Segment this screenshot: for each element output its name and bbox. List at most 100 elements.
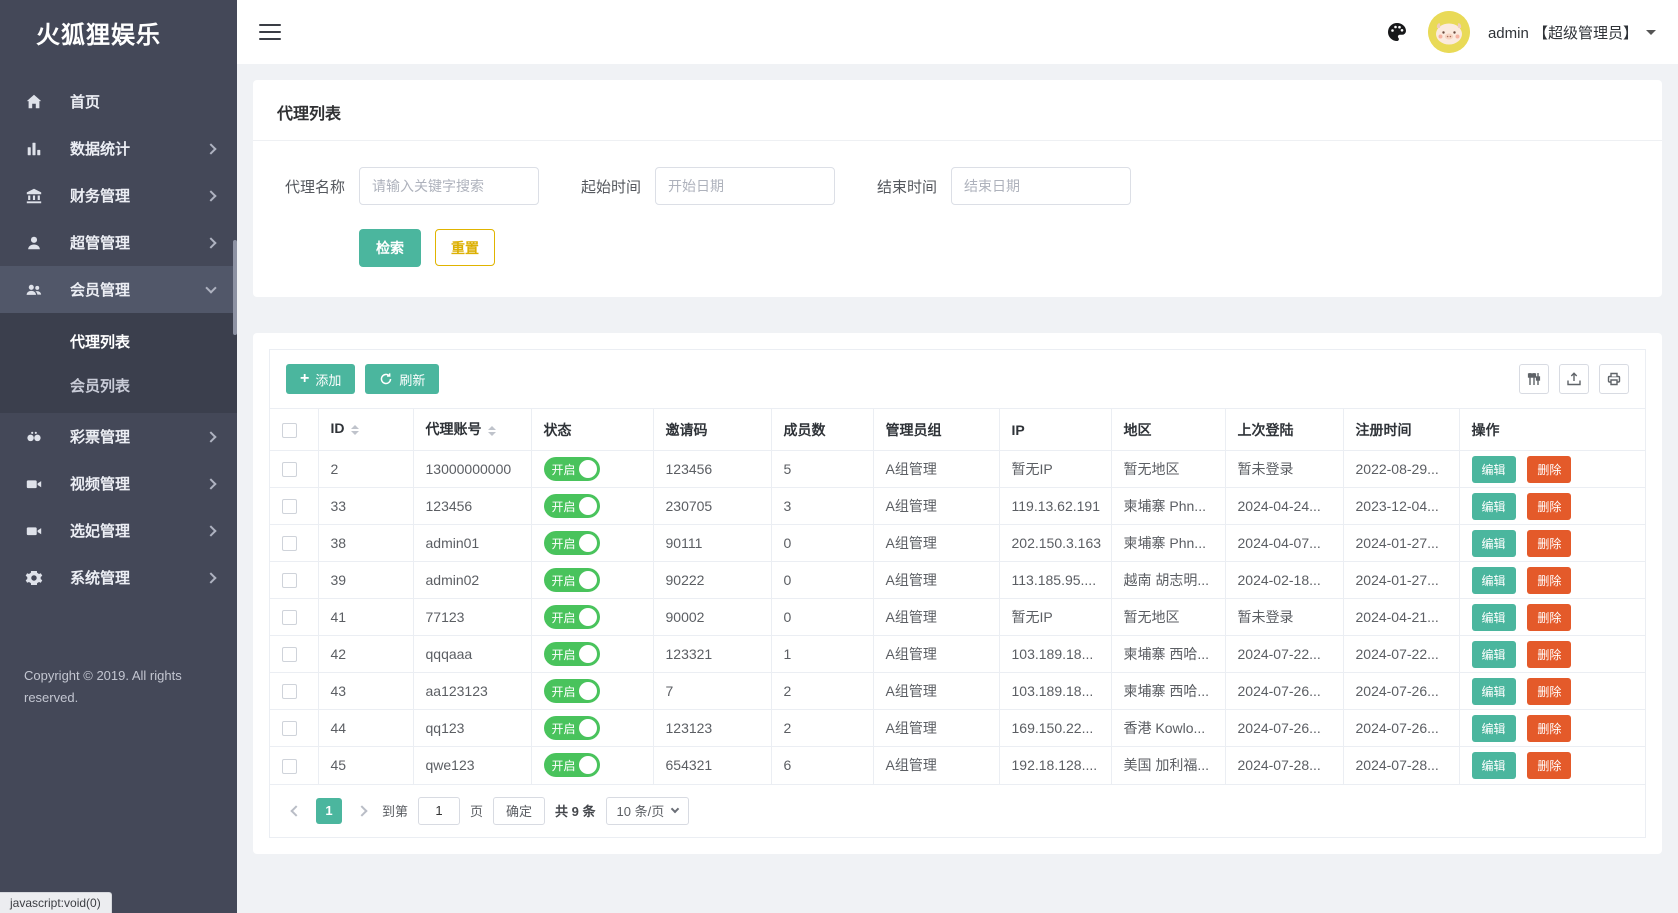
cell-last-login: 2024-02-18...: [1225, 561, 1344, 599]
user-avatar[interactable]: [1427, 11, 1470, 53]
sidebar-item-home[interactable]: 首页: [0, 78, 237, 125]
cell-id: 42: [318, 635, 414, 673]
sidebar-item-concubine[interactable]: 选妃管理: [0, 507, 237, 554]
row-checkbox[interactable]: [282, 462, 297, 478]
end-date-input[interactable]: [951, 167, 1131, 205]
start-date-input[interactable]: [655, 167, 835, 205]
agent-name-input[interactable]: [359, 167, 539, 205]
delete-button[interactable]: 删除: [1527, 751, 1572, 779]
cell-ip: 暂无IP: [999, 598, 1112, 636]
table-row: 39 admin02 开启 90222 0 A组管理 113.185.95...…: [270, 561, 1645, 599]
col-header-register-time: 注册时间: [1343, 408, 1460, 451]
toggle-knob: [578, 682, 597, 700]
status-toggle[interactable]: 开启: [543, 679, 600, 703]
row-checkbox[interactable]: [282, 573, 297, 589]
row-checkbox[interactable]: [282, 536, 297, 552]
add-button[interactable]: + 添加: [286, 364, 356, 394]
status-toggle-label: 开启: [551, 721, 576, 736]
cell-account: 123456: [413, 487, 532, 525]
theme-palette-icon[interactable]: [1384, 19, 1410, 45]
columns-filter-icon[interactable]: [1519, 364, 1549, 394]
sidebar-item-video[interactable]: 视频管理: [0, 460, 237, 507]
sidebar-item-system[interactable]: 系统管理: [0, 554, 237, 601]
edit-button[interactable]: 编辑: [1471, 677, 1516, 705]
hamburger-menu-icon[interactable]: [259, 24, 281, 40]
page-number-button[interactable]: 1: [316, 797, 342, 824]
delete-button[interactable]: 删除: [1527, 714, 1572, 742]
status-toggle[interactable]: 开启: [543, 494, 600, 518]
cell-account: qqqaaa: [413, 635, 532, 673]
row-checkbox[interactable]: [282, 721, 297, 737]
status-toggle[interactable]: 开启: [543, 531, 600, 555]
print-icon[interactable]: [1599, 364, 1629, 394]
edit-button[interactable]: 编辑: [1471, 492, 1516, 520]
export-icon[interactable]: [1559, 364, 1589, 394]
row-checkbox[interactable]: [282, 684, 297, 700]
delete-button[interactable]: 删除: [1527, 529, 1572, 557]
delete-button[interactable]: 删除: [1527, 492, 1572, 520]
col-header-id[interactable]: ID: [318, 408, 414, 451]
status-toggle[interactable]: 开启: [543, 605, 600, 629]
refresh-button[interactable]: 刷新: [365, 364, 440, 394]
status-toggle[interactable]: 开启: [543, 457, 600, 481]
sidebar: 火狐狸娱乐 首页 数据统计 财务管理 超管管理 会员管理 代理列表 会员列表 彩…: [0, 0, 237, 913]
edit-button[interactable]: 编辑: [1471, 751, 1516, 779]
cell-ip: 103.189.18...: [999, 672, 1112, 710]
chevron-down-icon: [670, 804, 680, 814]
sidebar-scrollbar-thumb[interactable]: [233, 240, 237, 335]
edit-button[interactable]: 编辑: [1471, 529, 1516, 557]
cell-id: 33: [318, 487, 414, 525]
edit-button[interactable]: 编辑: [1471, 603, 1516, 631]
sidebar-item-agent-list[interactable]: 代理列表: [0, 319, 237, 363]
reset-button[interactable]: 重置: [435, 229, 495, 266]
user-menu[interactable]: admin 【超级管理员】: [1488, 22, 1656, 43]
search-button[interactable]: 检索: [359, 229, 421, 267]
table-row: 33 123456 开启 230705 3 A组管理 119.13.62.191…: [270, 487, 1645, 525]
page-size-select[interactable]: 10 条/页: [605, 796, 690, 825]
sidebar-item-statistics[interactable]: 数据统计: [0, 125, 237, 172]
cell-account: 77123: [413, 598, 532, 636]
delete-button[interactable]: 删除: [1527, 603, 1572, 631]
start-time-label: 起始时间: [580, 178, 641, 196]
table-body: 2 13000000000 开启 123456 5 A组管理 暂无IP 暂无地区…: [270, 450, 1645, 784]
home-icon: [24, 92, 44, 112]
goto-confirm-button[interactable]: 确定: [493, 796, 546, 825]
cell-last-login: 2024-07-28...: [1225, 746, 1344, 784]
delete-button[interactable]: 删除: [1527, 677, 1572, 705]
toggle-knob: [578, 460, 597, 478]
sort-icon[interactable]: [487, 422, 496, 440]
row-checkbox[interactable]: [282, 610, 297, 626]
delete-button[interactable]: 删除: [1527, 640, 1572, 668]
status-toggle[interactable]: 开启: [543, 716, 600, 740]
sort-icon[interactable]: [350, 421, 359, 439]
goto-page-input[interactable]: [418, 796, 461, 825]
refresh-icon: [381, 373, 392, 385]
sidebar-item-finance[interactable]: 财务管理: [0, 172, 237, 219]
sidebar-item-lottery[interactable]: 彩票管理: [0, 413, 237, 460]
edit-button[interactable]: 编辑: [1471, 455, 1516, 483]
end-time-label: 结束时间: [876, 178, 937, 196]
cell-invite-code: 90111: [653, 524, 772, 562]
next-page-button[interactable]: [352, 799, 372, 823]
row-checkbox[interactable]: [282, 647, 297, 663]
prev-page-button[interactable]: [286, 799, 306, 823]
sidebar-item-member-list[interactable]: 会员列表: [0, 363, 237, 407]
select-all-checkbox[interactable]: [282, 422, 297, 438]
agents-table: ID 代理账号 状态 邀请码 成员数 管理员组 IP 地区 上次登陆 注册时间 …: [270, 408, 1645, 784]
cell-invite-code: 123321: [653, 635, 772, 673]
status-toggle[interactable]: 开启: [543, 642, 600, 666]
row-checkbox[interactable]: [282, 758, 297, 774]
edit-button[interactable]: 编辑: [1471, 714, 1516, 742]
status-toggle[interactable]: 开启: [543, 753, 600, 778]
delete-button[interactable]: 删除: [1527, 455, 1572, 483]
cell-register-time: 2024-01-27...: [1343, 561, 1460, 599]
delete-button[interactable]: 删除: [1527, 566, 1572, 594]
sidebar-item-superadmin[interactable]: 超管管理: [0, 219, 237, 266]
edit-button[interactable]: 编辑: [1471, 640, 1516, 668]
edit-button[interactable]: 编辑: [1471, 566, 1516, 594]
sidebar-item-members[interactable]: 会员管理: [0, 266, 237, 313]
col-header-account[interactable]: 代理账号: [413, 408, 532, 451]
row-checkbox[interactable]: [282, 499, 297, 515]
status-toggle[interactable]: 开启: [543, 568, 600, 592]
top-bar: admin 【超级管理员】: [237, 0, 1678, 64]
